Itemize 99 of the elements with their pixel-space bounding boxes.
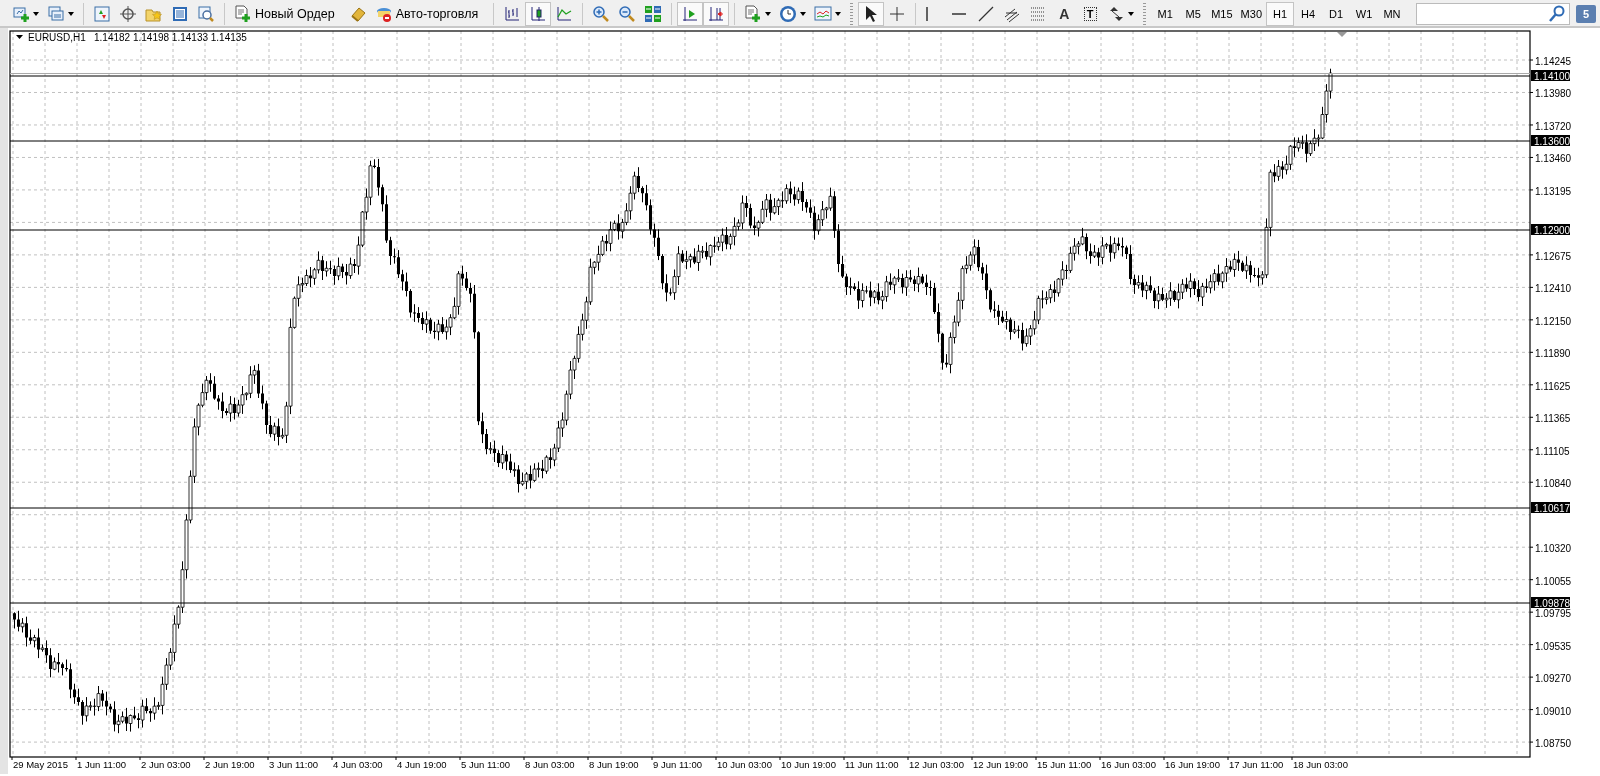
price-label: 1.11625 — [1535, 380, 1571, 392]
time-label: 11 Jun 11:00 — [845, 759, 899, 770]
search-field[interactable] — [1416, 3, 1570, 25]
timeframe-button[interactable]: H4 — [1294, 2, 1322, 26]
horizontal-line-icon — [951, 12, 968, 16]
caret-icon — [765, 12, 772, 16]
time-label: 2 Jun 03:00 — [141, 759, 191, 770]
text-tool-button[interactable]: A — [1051, 2, 1078, 26]
chart-shift-marker[interactable] — [1337, 32, 1347, 37]
label-tool-button[interactable]: T — [1077, 2, 1104, 26]
time-label: 3 Jun 11:00 — [269, 759, 318, 770]
caret-icon — [1128, 12, 1135, 16]
autoscroll-icon — [707, 5, 726, 23]
timeframe-button[interactable]: M5 — [1179, 2, 1208, 26]
price-label: 1.13980 — [1535, 88, 1572, 100]
auto-trading-button[interactable]: Авто-торговля — [370, 2, 483, 26]
timeframe-button[interactable]: M15 — [1207, 2, 1237, 26]
dropdown-triangle-icon[interactable] — [16, 35, 23, 39]
time-label: 29 May 2015 — [13, 759, 68, 770]
candlestick-chart-button[interactable] — [525, 2, 552, 26]
tile-windows-icon — [644, 5, 663, 23]
chart-shift-button[interactable] — [677, 2, 704, 26]
time-label: 18 Jun 03:00 — [1293, 759, 1348, 770]
price-label: 1.09270 — [1535, 673, 1572, 685]
timeframe-button[interactable]: D1 — [1322, 2, 1350, 26]
price-level-tag: 1.09878 — [1531, 597, 1571, 609]
market-watch-icon — [93, 5, 111, 23]
price-level-tag: 1.10617 — [1531, 502, 1571, 514]
time-label: 16 Jun 03:00 — [1101, 759, 1156, 770]
price-label: 1.11365 — [1535, 413, 1571, 425]
price-label: 1.08750 — [1535, 738, 1572, 750]
price-label: 1.12675 — [1535, 250, 1572, 262]
price-label: 1.11890 — [1535, 348, 1571, 360]
zoom-in-icon — [592, 5, 611, 23]
document-plus-icon — [234, 5, 252, 23]
price-label: 1.12410 — [1535, 283, 1572, 295]
price-level-tag: 1.12900 — [1531, 224, 1571, 236]
trend-line-icon — [977, 5, 996, 23]
caret-icon — [835, 12, 842, 16]
notification-badge[interactable]: 5 — [1576, 5, 1596, 23]
price-level-tag: 1.13600 — [1531, 135, 1571, 147]
windows-icon — [47, 5, 65, 23]
price-label: 1.09010 — [1535, 705, 1572, 717]
time-label: 4 Jun 19:00 — [397, 759, 447, 770]
caret-icon — [800, 12, 807, 16]
time-label: 12 Jun 03:00 — [909, 759, 964, 770]
new-order-button[interactable]: Новый Ордер — [230, 2, 339, 26]
price-label: 1.12150 — [1535, 315, 1572, 327]
candlestick-icon — [529, 5, 548, 23]
time-label: 12 Jun 19:00 — [973, 759, 1028, 770]
chart-symbol: EURUSD,H1 — [28, 32, 86, 43]
time-label: 1 Jun 11:00 — [77, 759, 126, 770]
time-label: 10 Jun 19:00 — [781, 759, 836, 770]
price-label: 1.10840 — [1535, 478, 1572, 490]
price-label: 1.13720 — [1535, 120, 1572, 132]
time-label: 2 Jun 19:00 — [205, 759, 255, 770]
price-level-tag: 1.14100 — [1531, 70, 1571, 82]
autoscroll-button[interactable] — [703, 2, 730, 26]
bar-chart-icon — [503, 5, 522, 23]
chart-template-icon — [814, 5, 833, 23]
timeframe-button[interactable]: H1 — [1266, 2, 1294, 26]
price-label: 1.11105 — [1535, 445, 1570, 457]
price-label: 1.09535 — [1535, 640, 1572, 652]
timeframe-button[interactable]: M1 — [1151, 2, 1180, 26]
price-label: 1.10055 — [1535, 575, 1572, 587]
chart-plus-icon — [12, 5, 30, 23]
time-label: 15 Jun 11:00 — [1037, 759, 1092, 770]
price-label: 1.13195 — [1535, 185, 1572, 197]
timeframe-button[interactable]: MN — [1378, 2, 1406, 26]
crosshair-icon — [888, 5, 907, 23]
search-icon — [1548, 5, 1566, 23]
price-label: 1.14245 — [1535, 56, 1572, 67]
chart-quote: 1.14182 1.14198 1.14133 1.14135 — [94, 32, 247, 43]
caret-icon — [33, 12, 39, 16]
vertical-line-icon — [925, 6, 930, 22]
timeframe-button[interactable]: W1 — [1350, 2, 1378, 26]
price-label: 1.09795 — [1535, 608, 1572, 620]
time-label: 16 Jun 19:00 — [1165, 759, 1220, 770]
price-label: 1.10320 — [1535, 543, 1572, 555]
cursor-button[interactable] — [858, 2, 885, 26]
document-plus-icon — [744, 5, 763, 23]
price-level-line[interactable] — [9, 229, 1531, 231]
target-icon — [119, 5, 137, 23]
line-chart-icon — [555, 5, 574, 23]
time-label: 8 Jun 19:00 — [589, 759, 639, 770]
time-label: 8 Jun 03:00 — [525, 759, 575, 770]
time-label: 17 Jun 11:00 — [1229, 759, 1284, 770]
zoom-out-icon — [618, 5, 637, 23]
time-label: 4 Jun 03:00 — [333, 759, 383, 770]
caret-icon — [68, 12, 74, 16]
time-label: 10 Jun 03:00 — [717, 759, 772, 770]
time-label: 9 Jun 11:00 — [653, 759, 702, 770]
magnifier-icon — [197, 5, 215, 23]
timeframe-button[interactable]: M30 — [1236, 2, 1266, 26]
clock-icon — [779, 5, 798, 23]
robot-icon — [374, 5, 393, 23]
chart-shift-icon — [681, 5, 700, 23]
price-label: 1.13460 — [1535, 153, 1572, 165]
time-label: 5 Jun 11:00 — [461, 759, 510, 770]
